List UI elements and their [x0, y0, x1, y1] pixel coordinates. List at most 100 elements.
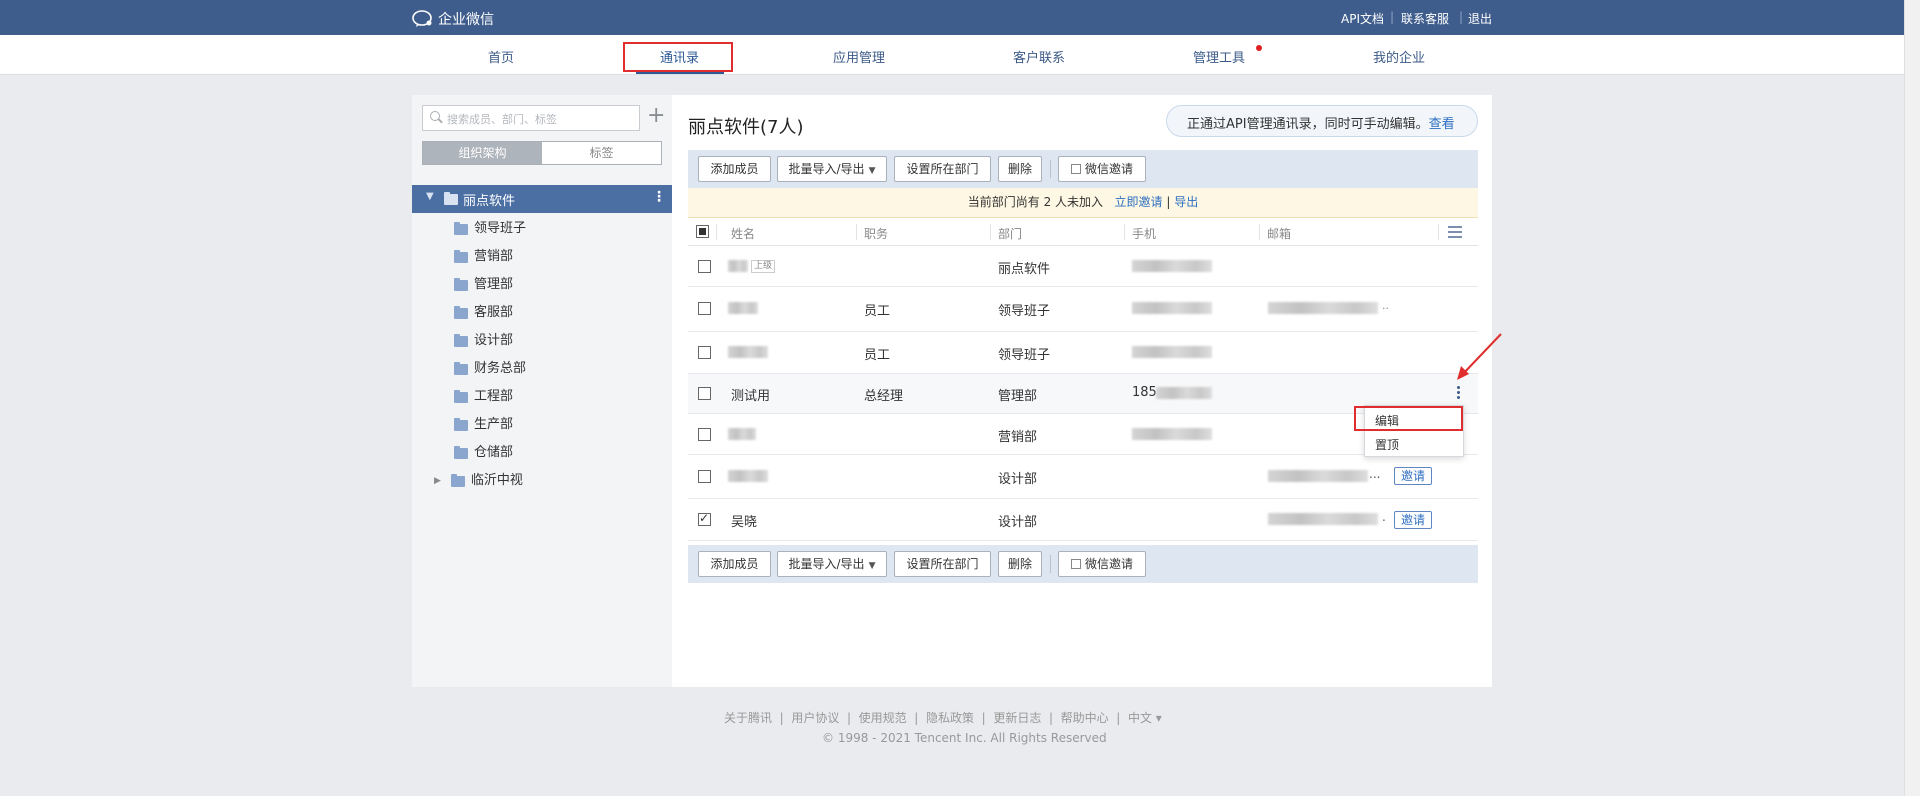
logout-link[interactable]: 退出	[1468, 10, 1492, 27]
footer-link[interactable]: 帮助中心	[1061, 711, 1109, 725]
row-checkbox[interactable]	[698, 428, 711, 441]
page-scrollbar[interactable]	[1904, 0, 1920, 796]
sidebar: 搜索成员、部门、标签 + 组织架构 标签 ▼ 丽点软件 ⋮ 领导班子 营销部 管…	[412, 95, 672, 687]
cell-department: 营销部	[998, 430, 1038, 445]
pending-join-text: 当前部门尚有 2 人未加入	[967, 195, 1104, 209]
tree-item-label: 财务总部	[474, 361, 527, 376]
expand-down-icon[interactable]: ▼	[426, 191, 434, 202]
tree-item-label: 生产部	[474, 417, 514, 432]
invite-button[interactable]: 邀请	[1394, 511, 1432, 529]
qr-code-icon	[1070, 164, 1081, 174]
footer-link[interactable]: 关于腾讯	[724, 711, 772, 725]
tree-root-dept[interactable]: ▼ 丽点软件 ⋮	[412, 185, 672, 213]
cell-position: 总经理	[864, 389, 904, 404]
blurred-phone	[1132, 346, 1212, 358]
tree-item-dept[interactable]: 客服部	[454, 302, 513, 324]
cell-name: 测试用	[731, 389, 771, 404]
cell-department: 领导班子	[998, 304, 1051, 319]
column-divider	[1438, 224, 1439, 240]
blurred-name	[728, 470, 768, 482]
contact-support-link[interactable]: 联系客服	[1401, 10, 1449, 27]
wechat-invite-button[interactable]: 微信邀请	[1058, 551, 1146, 577]
row-checkbox[interactable]	[698, 387, 711, 400]
export-link[interactable]: 导出	[1174, 195, 1198, 209]
top-link-separator: |	[1459, 10, 1464, 24]
column-settings-icon[interactable]	[1448, 226, 1462, 238]
folder-icon	[454, 361, 468, 375]
tree-item-dept[interactable]: 工程部	[454, 386, 513, 408]
tree-item-dept[interactable]: 财务总部	[454, 358, 526, 380]
cell-department: 管理部	[998, 389, 1038, 404]
tree-item-label: 管理部	[474, 277, 514, 292]
cell-department: 丽点软件	[998, 262, 1051, 277]
tree-item-dept[interactable]: 营销部	[454, 246, 513, 268]
footer-link[interactable]: 隐私政策	[926, 711, 974, 725]
nav-app-management[interactable]: 应用管理	[833, 47, 885, 66]
expand-right-icon[interactable]: ▶	[434, 470, 441, 492]
folder-icon	[450, 473, 465, 487]
table-row[interactable]: 吴晓 设计部 . 邀请	[688, 499, 1478, 541]
col-header-position: 职务	[864, 227, 889, 241]
tab-tags[interactable]: 标签	[542, 142, 661, 164]
tree-item-dept[interactable]: 管理部	[454, 274, 513, 296]
table-row[interactable]: 员工 领导班子 ..	[688, 287, 1478, 332]
bulk-import-export-button[interactable]: 批量导入/导出 ▼	[777, 551, 887, 577]
invite-button[interactable]: 邀请	[1394, 467, 1432, 485]
api-docs-link[interactable]: API文档	[1341, 10, 1384, 27]
nav-home[interactable]: 首页	[488, 47, 514, 66]
tree-item-dept[interactable]: 领导班子	[454, 218, 526, 240]
set-department-button[interactable]: 设置所在部门	[894, 156, 991, 182]
blurred-name	[728, 260, 748, 272]
row-checkbox-checked[interactable]	[698, 511, 711, 526]
footer-links: 关于腾讯 | 用户协议 | 使用规范 | 隐私政策 | 更新日志 | 帮助中心 …	[724, 711, 1162, 725]
main-nav: 首页 通讯录 应用管理 客户联系 管理工具 我的企业	[0, 35, 1904, 75]
bulk-import-export-label: 批量导入/导出	[788, 557, 865, 571]
table-row[interactable]: 员工 领导班子	[688, 332, 1478, 374]
select-all-checkbox[interactable]	[696, 225, 709, 238]
footer-link[interactable]: 使用规范	[859, 711, 907, 725]
row-more-icon[interactable]	[1457, 386, 1461, 401]
tree-item-dept[interactable]: 设计部	[454, 330, 513, 352]
add-member-button[interactable]: 添加成员	[698, 551, 771, 577]
footer-link[interactable]: 用户协议	[791, 711, 839, 725]
column-divider	[856, 224, 857, 240]
tree-item-dept[interactable]: 生产部	[454, 414, 513, 436]
cell-email-suffix: ...	[1369, 467, 1381, 481]
delete-button[interactable]: 删除	[998, 156, 1042, 182]
add-icon[interactable]: +	[647, 103, 665, 129]
folder-icon	[454, 249, 468, 263]
bulk-import-export-button[interactable]: 批量导入/导出 ▼	[777, 156, 887, 182]
blurred-email	[1268, 470, 1368, 482]
top-link-separator: |	[1390, 10, 1395, 24]
table-row[interactable]: 设计部 ... 邀请	[688, 455, 1478, 499]
wechat-invite-label: 微信邀请	[1084, 557, 1133, 571]
row-checkbox[interactable]	[698, 346, 711, 359]
search-input[interactable]: 搜索成员、部门、标签	[422, 105, 640, 131]
tree-item-dept[interactable]: 仓储部	[454, 442, 513, 464]
wechat-invite-button[interactable]: 微信邀请	[1058, 156, 1146, 182]
blurred-phone	[1156, 387, 1212, 399]
tab-org-structure[interactable]: 组织架构	[423, 142, 542, 164]
more-vertical-icon[interactable]: ⋮	[652, 189, 666, 205]
copyright: © 1998 - 2021 Tencent Inc. All Rights Re…	[822, 731, 1107, 745]
top-bar: 企业微信 API文档 | 联系客服 | 退出	[0, 0, 1904, 35]
tree-root-label: 丽点软件	[463, 194, 516, 209]
language-selector[interactable]: 中文 ▾	[1128, 711, 1162, 725]
nav-my-enterprise[interactable]: 我的企业	[1373, 47, 1425, 66]
set-department-button[interactable]: 设置所在部门	[894, 551, 991, 577]
menu-item-pin-top[interactable]: 置顶	[1375, 436, 1399, 453]
add-member-button[interactable]: 添加成员	[698, 156, 771, 182]
delete-button[interactable]: 删除	[998, 551, 1042, 577]
footer-link[interactable]: 更新日志	[993, 711, 1041, 725]
table-row[interactable]: 上级 丽点软件	[688, 246, 1478, 287]
api-notice-view-link[interactable]: 查看	[1429, 117, 1455, 132]
row-checkbox[interactable]	[698, 470, 711, 483]
invite-now-link[interactable]: 立即邀请	[1114, 195, 1162, 209]
toolbar-top: 添加成员 批量导入/导出 ▼ 设置所在部门 删除 微信邀请	[688, 150, 1478, 188]
tree-item-label: 仓储部	[474, 445, 514, 460]
nav-admin-tools[interactable]: 管理工具	[1193, 47, 1245, 66]
tree-item-collapsed-root[interactable]: ▶ 临沂中视	[434, 470, 523, 492]
row-checkbox[interactable]	[698, 302, 711, 315]
row-checkbox[interactable]	[698, 260, 711, 273]
nav-customer-contact[interactable]: 客户联系	[1013, 47, 1065, 66]
